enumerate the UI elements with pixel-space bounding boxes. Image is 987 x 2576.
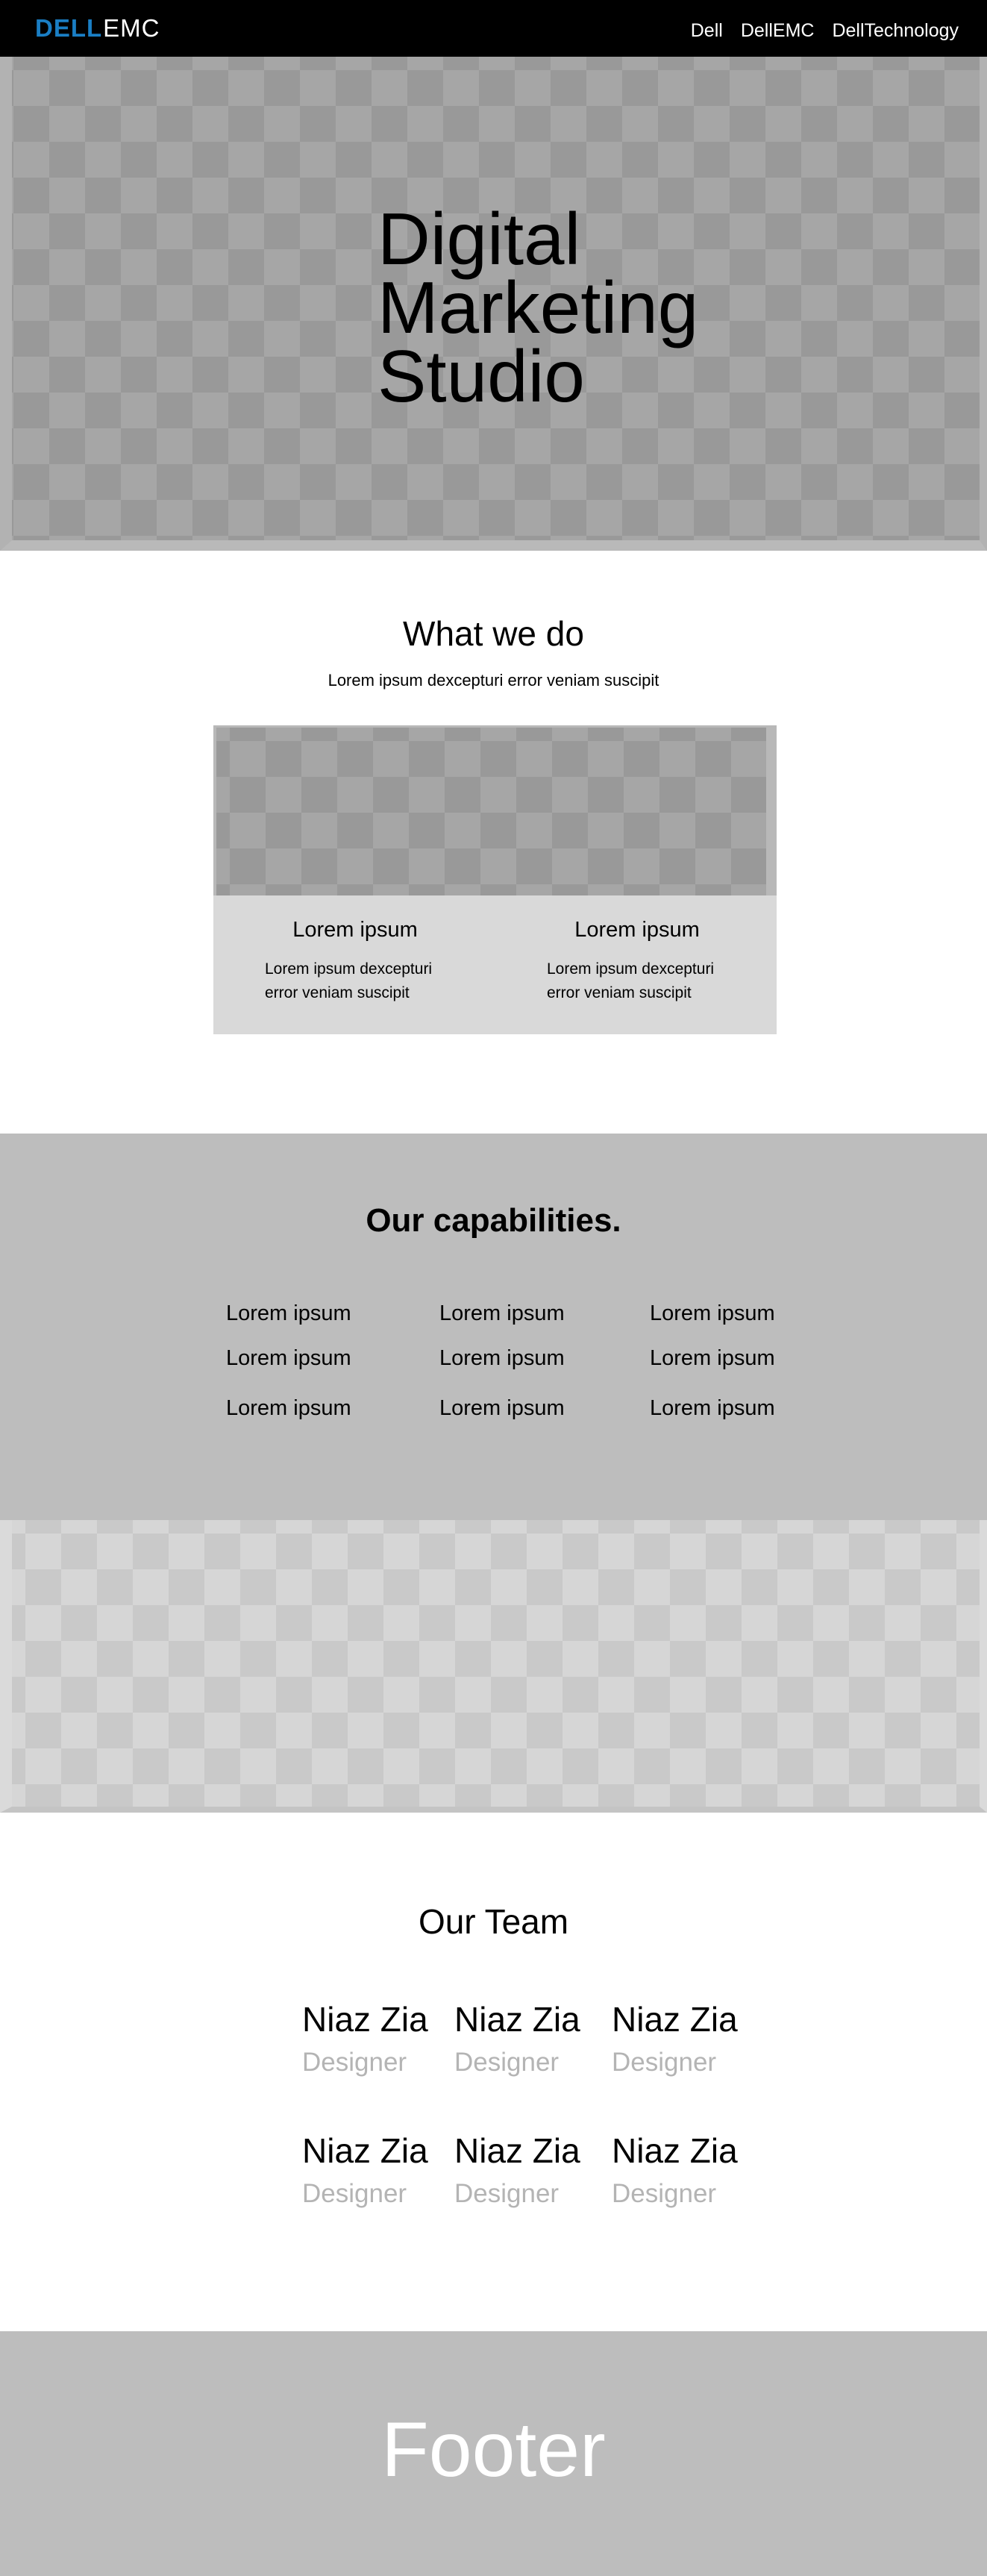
hero-title-line: Marketing (377, 266, 699, 348)
footer-label: Footer (381, 2407, 606, 2493)
what-we-do-title: What we do (403, 614, 584, 653)
card-column-text: Lorem ipsum dexcepturi error veniam susc… (547, 957, 771, 1005)
main-nav: Dell DellEMC DellTechnology (691, 18, 959, 43)
team-member-role: Designer (302, 2048, 407, 2077)
team-member: Niaz Zia Designer (454, 2000, 580, 2079)
card-column-heading: Lorem ipsum (574, 918, 700, 942)
hero-banner-image: Digital Marketing Studio (0, 57, 987, 551)
gallery-image-placeholder (0, 1520, 987, 1813)
card-text-line: error veniam suscipit (265, 984, 410, 1001)
capability-item: Lorem ipsum (650, 1301, 775, 1325)
team-member-role: Designer (302, 2179, 407, 2208)
capability-item: Lorem ipsum (650, 1396, 775, 1420)
team-member-name: Niaz Zia (302, 2000, 428, 2039)
card-column-text: Lorem ipsum dexcepturi error veniam susc… (265, 957, 489, 1005)
team-member-name: Niaz Zia (612, 2131, 738, 2170)
capability-item: Lorem ipsum (439, 1346, 565, 1370)
page-footer: Footer (0, 2331, 987, 2576)
team-member-role: Designer (612, 2179, 717, 2208)
nav-link-dellemc[interactable]: DellEMC (741, 18, 815, 43)
capability-item: Lorem ipsum (650, 1346, 775, 1370)
capability-item: Lorem ipsum (226, 1346, 351, 1370)
card-text-line: Lorem ipsum dexcepturi (265, 960, 433, 978)
team-member: Niaz Zia Designer (302, 2131, 428, 2210)
nav-link-delltechnology[interactable]: DellTechnology (832, 18, 959, 43)
capability-item: Lorem ipsum (226, 1396, 351, 1420)
team-title: Our Team (418, 1902, 569, 1941)
card-text-line: Lorem ipsum dexcepturi (547, 960, 715, 978)
hero-title-line: Digital (377, 198, 581, 280)
team-member-name: Niaz Zia (454, 2000, 580, 2039)
what-we-do-subtitle: Lorem ipsum dexcepturi error veniam susc… (328, 671, 659, 690)
card-column-heading: Lorem ipsum (292, 918, 418, 942)
capability-item: Lorem ipsum (439, 1301, 565, 1325)
card-column: Lorem ipsum Lorem ipsum dexcepturi error… (547, 918, 771, 1005)
logo-dell-text: DELL (35, 14, 103, 42)
hero-title-line: Studio (377, 335, 585, 417)
team-member-name: Niaz Zia (454, 2131, 580, 2170)
team-member: Niaz Zia Designer (454, 2131, 580, 2210)
team-member-role: Designer (612, 2048, 717, 2077)
top-navigation-bar: DELL EMC Dell DellEMC DellTechnology (0, 0, 987, 57)
team-member-role: Designer (454, 2048, 560, 2077)
nav-link-dell[interactable]: Dell (691, 18, 723, 43)
card-text-line: error veniam suscipit (547, 984, 692, 1001)
team-member-name: Niaz Zia (302, 2131, 428, 2170)
team-member: Niaz Zia Designer (612, 2000, 738, 2079)
team-member-name: Niaz Zia (612, 2000, 738, 2039)
capability-item: Lorem ipsum (226, 1301, 351, 1325)
capabilities-section: Our capabilities. Lorem ipsum Lorem ipsu… (0, 1134, 987, 1520)
team-member: Niaz Zia Designer (302, 2000, 428, 2079)
hero-title: Digital Marketing Studio (377, 198, 699, 417)
dell-emc-logo[interactable]: DELL EMC (35, 14, 160, 42)
team-member-role: Designer (454, 2179, 560, 2208)
card-column: Lorem ipsum Lorem ipsum dexcepturi error… (265, 918, 489, 1005)
team-member: Niaz Zia Designer (612, 2131, 738, 2210)
capabilities-title: Our capabilities. (366, 1202, 621, 1239)
logo-emc-text: EMC (103, 14, 160, 42)
capability-item: Lorem ipsum (439, 1396, 565, 1420)
card-image-placeholder (213, 725, 777, 895)
what-we-do-card: Lorem ipsum Lorem ipsum dexcepturi error… (213, 725, 777, 1034)
